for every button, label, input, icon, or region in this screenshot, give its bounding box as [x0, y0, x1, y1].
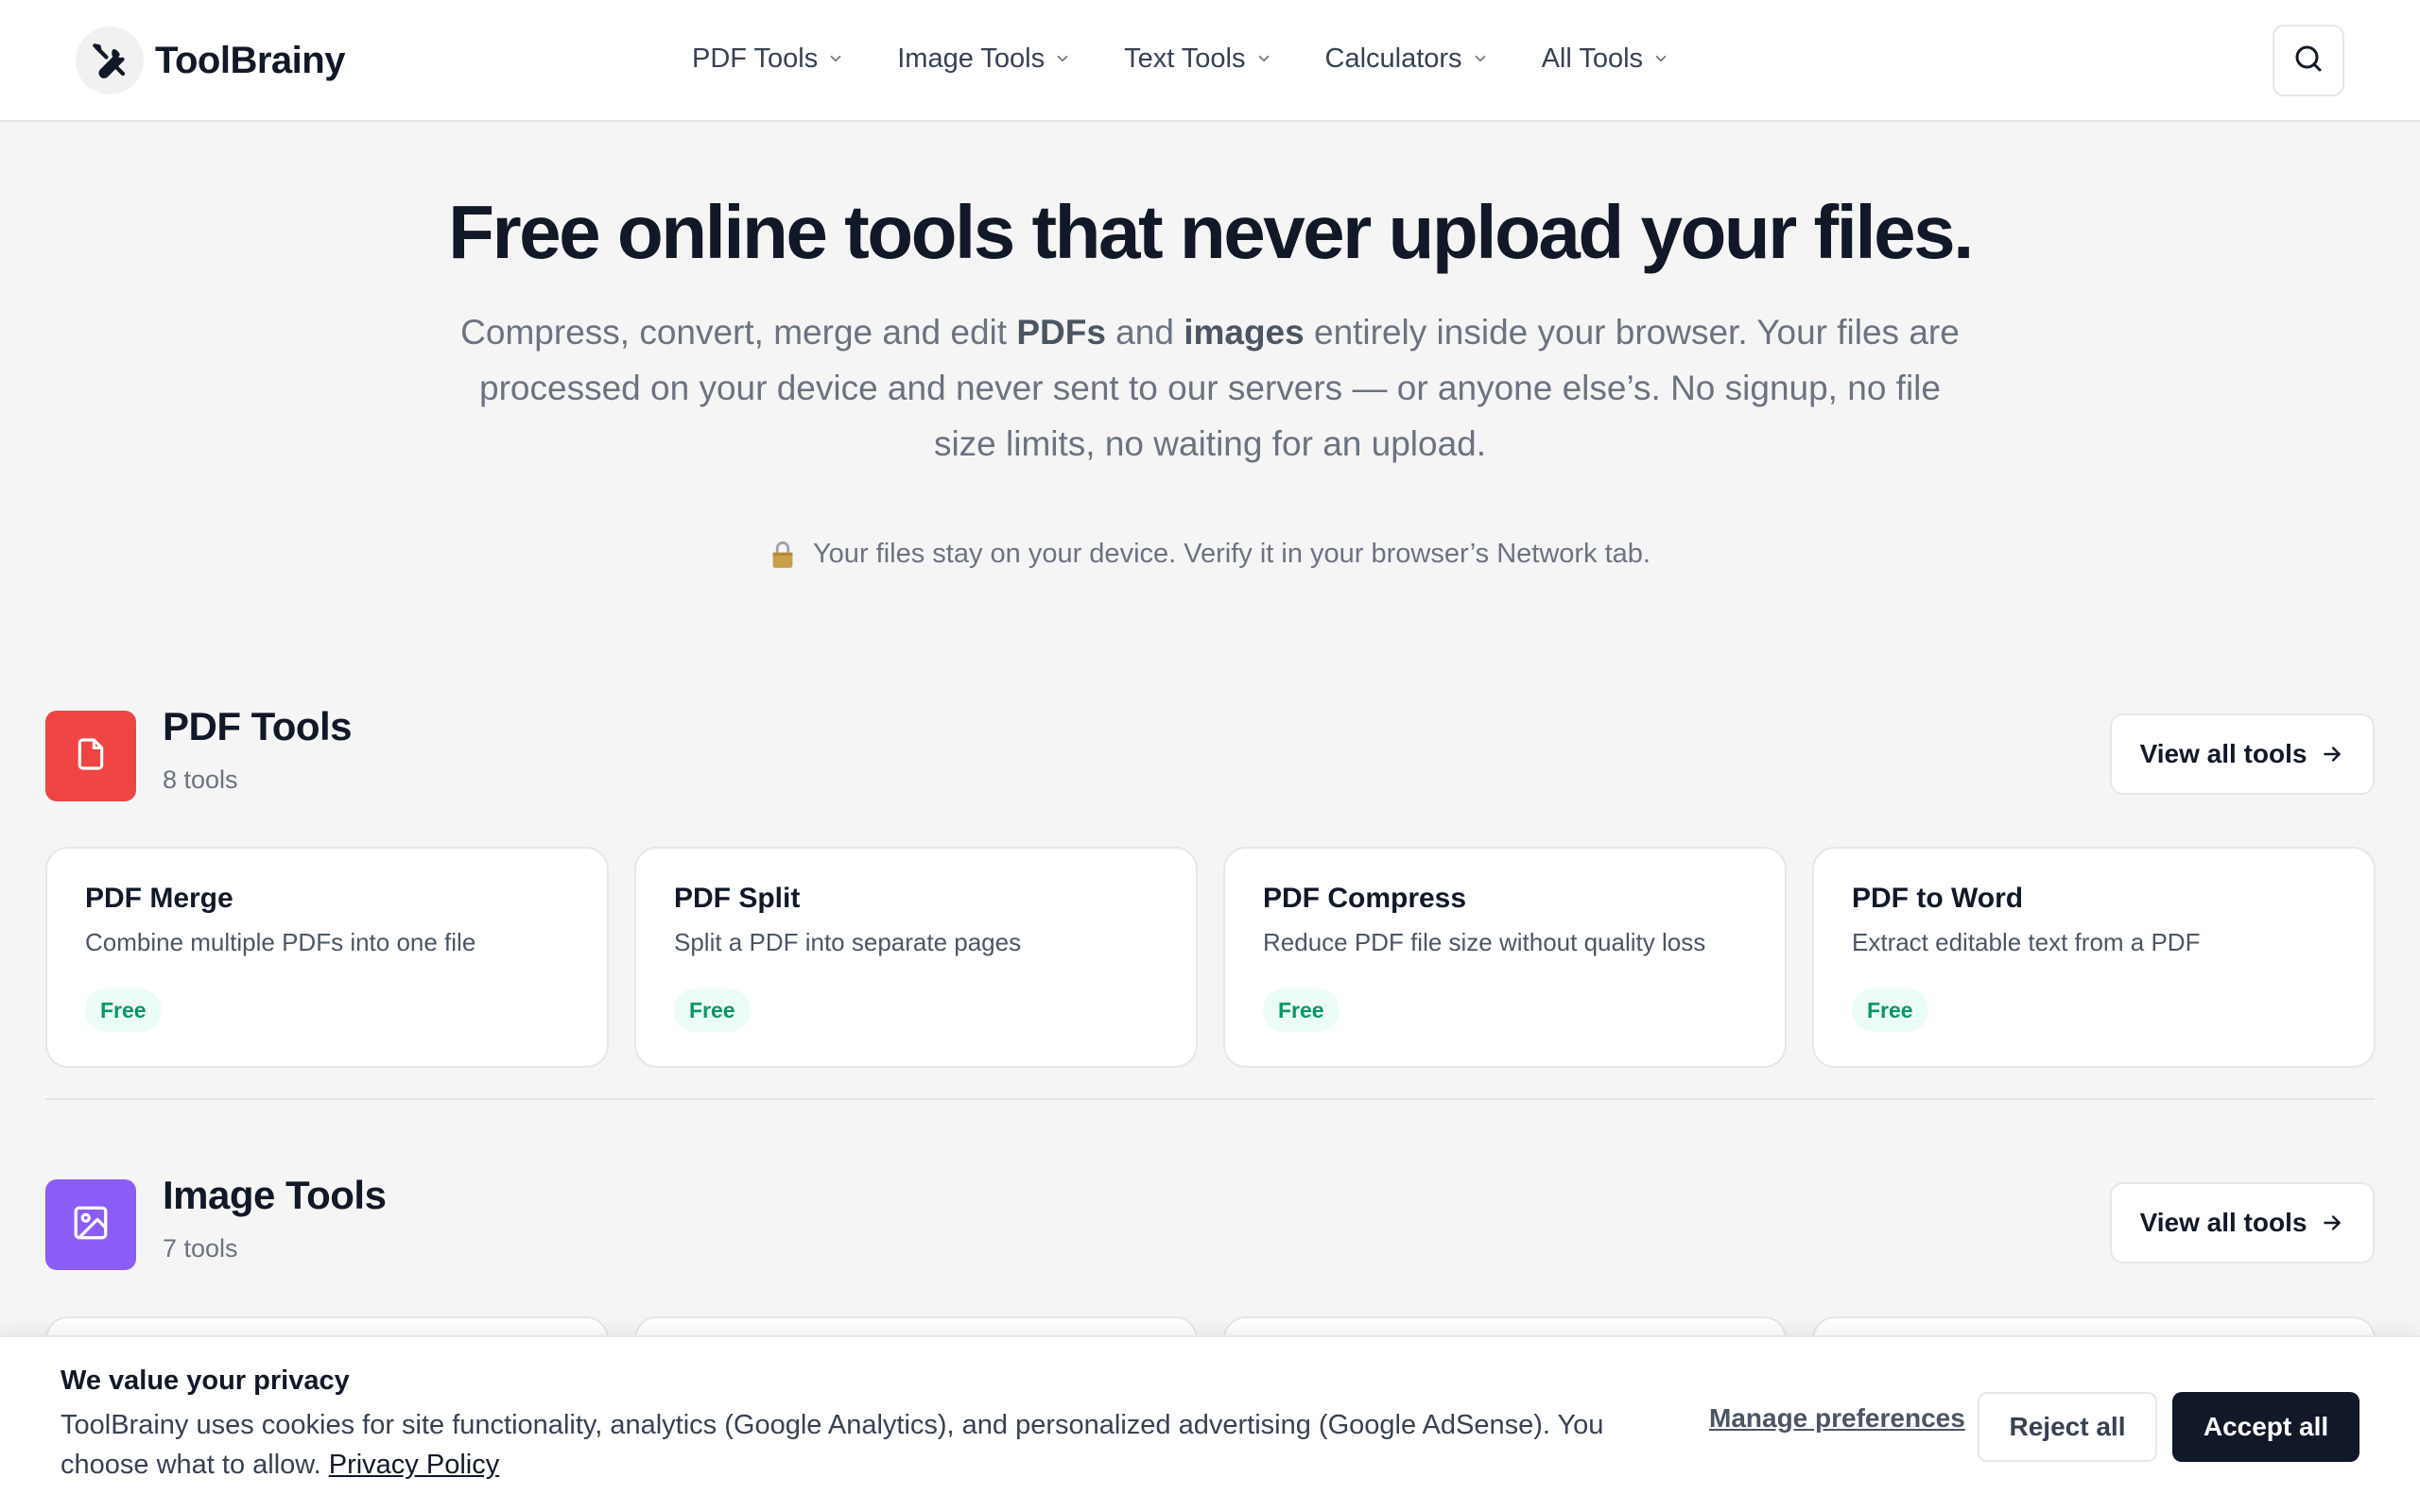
- chevron-down-icon: [827, 50, 844, 67]
- chevron-down-icon: [1472, 50, 1489, 67]
- section-divider: [45, 1098, 2375, 1100]
- tool-card-pdf-merge[interactable]: PDF Merge Combine multiple PDFs into one…: [45, 847, 609, 1068]
- chevron-down-icon: [1255, 50, 1272, 67]
- hero-desc-part: Compress, convert, merge and edit: [460, 313, 1017, 352]
- cookie-title: We value your privacy: [60, 1366, 350, 1396]
- tool-card-pdf-compress[interactable]: PDF Compress Reduce PDF file size withou…: [1223, 847, 1787, 1068]
- hero-description: Compress, convert, merge and edit PDFs a…: [444, 304, 1976, 472]
- main-nav: PDF Tools Image Tools Text Tools Calcula…: [692, 38, 1722, 79]
- logo[interactable]: ToolBrainy: [76, 26, 345, 94]
- card-title: PDF Compress: [1263, 883, 1467, 914]
- card-description: Extract editable text from a PDF: [1852, 928, 2201, 956]
- image-icon: [71, 1203, 111, 1247]
- nav-label: Image Tools: [897, 43, 1046, 74]
- image-section-icon: [45, 1179, 136, 1270]
- privacy-policy-link[interactable]: Privacy Policy: [329, 1450, 500, 1480]
- nav-label: Text Tools: [1124, 43, 1246, 74]
- arrow-right-icon: [2320, 1211, 2344, 1235]
- chevron-down-icon: [1652, 50, 1669, 67]
- card-title: PDF to Word: [1852, 883, 2024, 914]
- hero-desc-bold: PDFs: [1016, 313, 1106, 352]
- cookie-body: ToolBrainy uses cookies for site functio…: [60, 1410, 1604, 1480]
- nav-all-tools[interactable]: All Tools: [1542, 38, 1669, 79]
- nav-text-tools[interactable]: Text Tools: [1124, 38, 1271, 79]
- arrow-right-icon: [2320, 742, 2344, 766]
- card-description: Reduce PDF file size without quality los…: [1263, 928, 1706, 956]
- free-badge: Free: [1852, 988, 1928, 1032]
- hero-desc-part: and: [1105, 313, 1184, 352]
- card-title: PDF Split: [674, 883, 801, 914]
- view-all-label: View all tools: [2139, 739, 2308, 768]
- nav-pdf-tools[interactable]: PDF Tools: [692, 38, 844, 79]
- accept-all-button[interactable]: Accept all: [2172, 1392, 2360, 1462]
- search-button[interactable]: [2273, 25, 2344, 96]
- section-title: PDF Tools: [163, 704, 353, 748]
- hero-desc-bold: images: [1184, 313, 1305, 352]
- view-all-image-tools-button[interactable]: View all tools: [2110, 1182, 2375, 1263]
- lock-icon: [769, 541, 796, 569]
- nav-label: Calculators: [1324, 43, 1462, 74]
- free-badge: Free: [85, 988, 162, 1032]
- tool-card-pdf-split[interactable]: PDF Split Split a PDF into separate page…: [634, 847, 1198, 1068]
- view-all-pdf-tools-button[interactable]: View all tools: [2110, 713, 2375, 795]
- free-badge: Free: [674, 988, 751, 1032]
- wrench-screwdriver-icon: [76, 26, 144, 94]
- card-title: PDF Merge: [85, 883, 233, 914]
- nav-image-tools[interactable]: Image Tools: [897, 38, 1071, 79]
- reject-all-button[interactable]: Reject all: [1978, 1392, 2157, 1462]
- search-icon: [2291, 42, 2325, 80]
- trust-text: Your files stay on your device. Verify i…: [813, 539, 1651, 569]
- hero-title: Free online tools that never upload your…: [448, 190, 1974, 274]
- tool-card-pdf-to-word[interactable]: PDF to Word Extract editable text from a…: [1812, 847, 2376, 1068]
- section-title: Image Tools: [163, 1173, 387, 1217]
- nav-label: PDF Tools: [692, 43, 819, 74]
- nav-calculators[interactable]: Calculators: [1325, 38, 1489, 79]
- card-description: Split a PDF into separate pages: [674, 928, 1022, 956]
- free-badge: Free: [1263, 988, 1340, 1032]
- file-icon: [72, 733, 110, 780]
- cookie-banner: We value your privacy ToolBrainy uses co…: [0, 1335, 2420, 1512]
- view-all-label: View all tools: [2139, 1208, 2308, 1237]
- manage-preferences-link[interactable]: Manage preferences: [1709, 1403, 1965, 1434]
- trust-note: Your files stay on your device. Verify i…: [0, 539, 2420, 570]
- pdf-section-icon: [45, 711, 136, 801]
- brand-name: ToolBrainy: [155, 39, 345, 81]
- card-description: Combine multiple PDFs into one file: [85, 928, 476, 956]
- nav-label: All Tools: [1541, 43, 1644, 74]
- site-header: ToolBrainy PDF Tools Image Tools Text To…: [0, 0, 2420, 122]
- chevron-down-icon: [1054, 50, 1071, 67]
- section-count: 7 tools: [163, 1234, 238, 1263]
- cookie-text: ToolBrainy uses cookies for site functio…: [60, 1405, 1668, 1485]
- section-count: 8 tools: [163, 765, 238, 794]
